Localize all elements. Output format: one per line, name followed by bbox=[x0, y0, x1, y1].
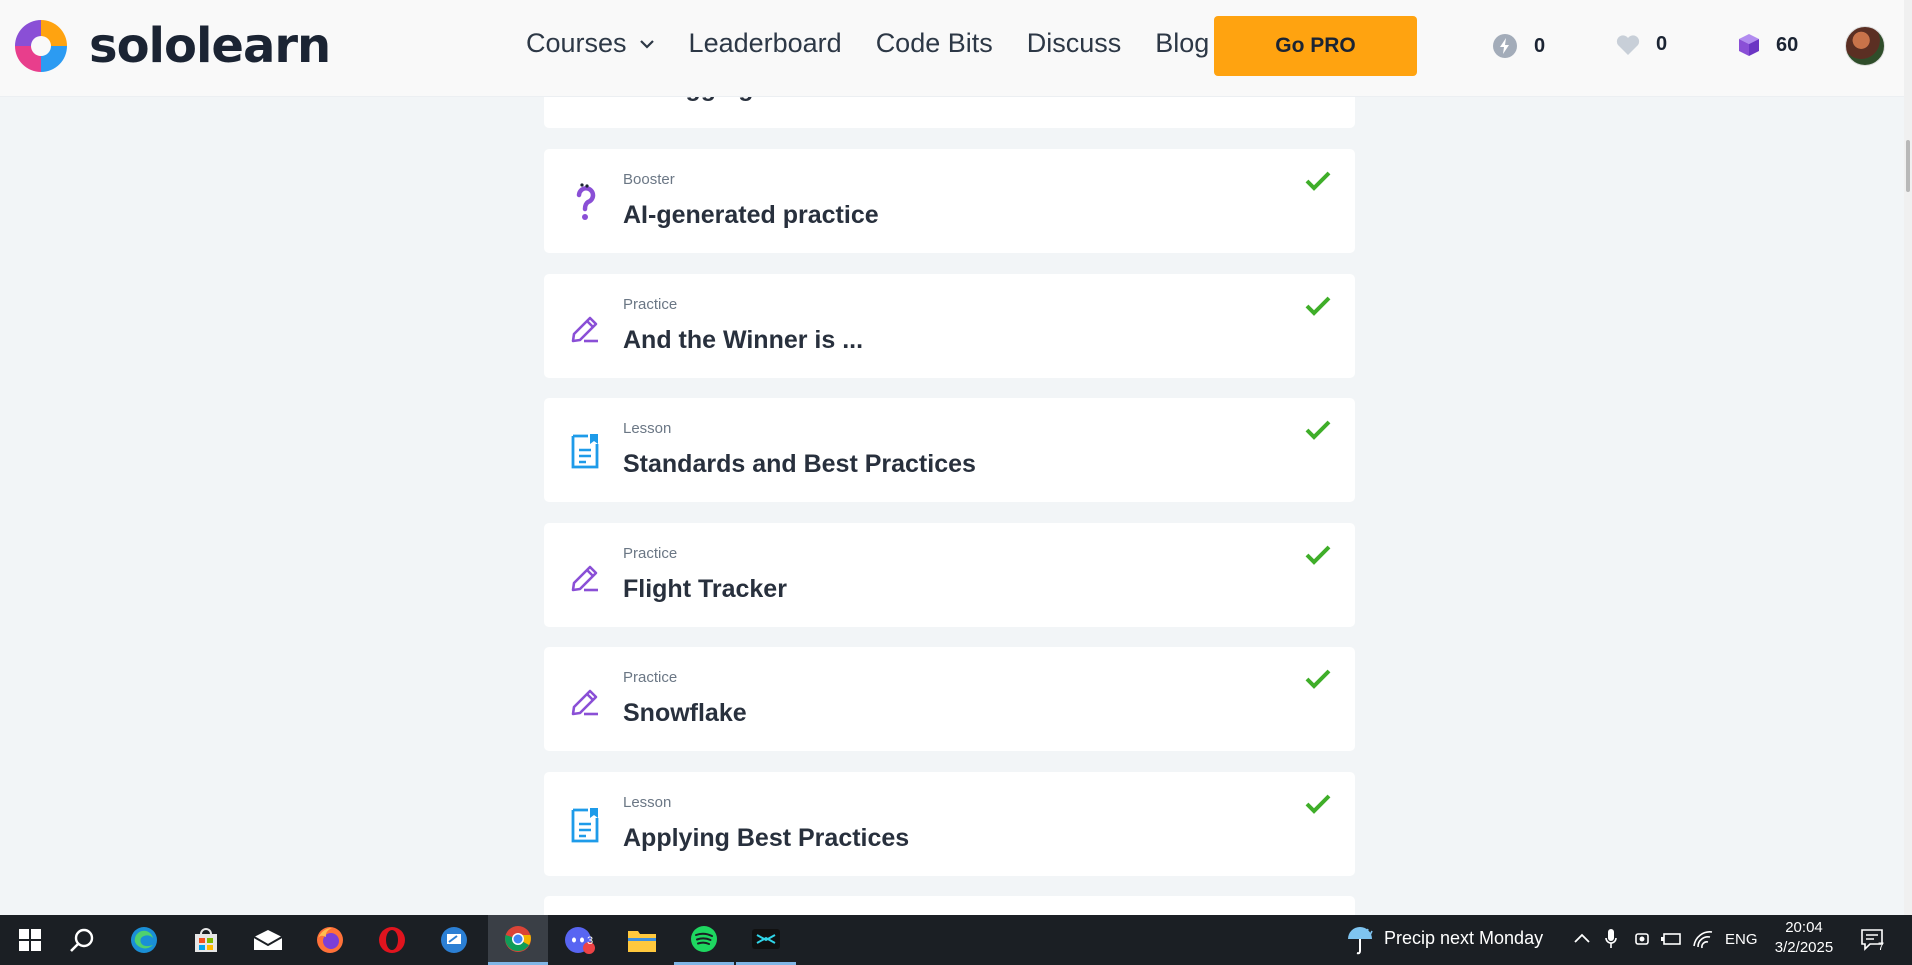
remote-desktop-icon[interactable] bbox=[424, 915, 484, 965]
scrollbar-thumb[interactable] bbox=[1906, 140, 1910, 192]
heart-icon bbox=[1616, 34, 1640, 55]
gems-stat[interactable]: 60 bbox=[1738, 33, 1798, 57]
capcut-icon[interactable] bbox=[736, 915, 796, 965]
notification-count: 7 bbox=[1878, 941, 1885, 953]
nav-courses-label: Courses bbox=[526, 28, 627, 58]
nav-leaderboard[interactable]: Leaderboard bbox=[689, 28, 842, 59]
gems-count: 60 bbox=[1776, 33, 1799, 56]
weather-umbrella-icon[interactable] bbox=[1344, 925, 1376, 955]
nav-courses[interactable]: Courses bbox=[526, 28, 655, 59]
pencil-icon bbox=[571, 565, 598, 592]
checkmark-icon bbox=[1305, 669, 1331, 689]
nav-discuss[interactable]: Discuss bbox=[1027, 28, 1122, 59]
weather-text[interactable]: Precip next Monday bbox=[1384, 928, 1543, 949]
pencil-icon bbox=[571, 689, 598, 716]
page-scrollbar[interactable] bbox=[1904, 0, 1912, 915]
sololearn-logo[interactable]: sololearn bbox=[11, 16, 331, 76]
battery-icon[interactable] bbox=[1660, 930, 1682, 948]
store-icon[interactable] bbox=[176, 915, 236, 965]
hearts-count: 0 bbox=[1656, 33, 1668, 55]
lesson-card[interactable]: Practice Snowflake bbox=[544, 647, 1355, 751]
checkmark-icon bbox=[1305, 545, 1331, 565]
lesson-type: Booster bbox=[623, 171, 675, 188]
lesson-type: Practice bbox=[623, 296, 678, 313]
lesson-card[interactable]: Practice Flight Tracker bbox=[544, 523, 1355, 627]
lesson-title: Applying Best Practices bbox=[623, 824, 910, 852]
lesson-type: Lesson bbox=[623, 794, 672, 811]
search-icon[interactable] bbox=[52, 915, 112, 965]
energy-stat[interactable]: 0 bbox=[1492, 33, 1545, 59]
spotify-icon[interactable] bbox=[674, 915, 734, 965]
checkmark-icon bbox=[1305, 171, 1331, 191]
checkmark-icon bbox=[1305, 794, 1331, 814]
lesson-title: Standards and Best Practices bbox=[623, 450, 976, 478]
sololearn-logo-icon bbox=[15, 20, 67, 72]
chevron-down-icon bbox=[639, 39, 654, 49]
lesson-type: Lesson bbox=[623, 420, 672, 437]
opera-icon[interactable] bbox=[362, 915, 422, 965]
go-pro-button[interactable]: Go PRO bbox=[1214, 16, 1417, 76]
mail-icon[interactable] bbox=[238, 915, 298, 965]
lesson-title: Flight Tracker bbox=[623, 575, 787, 603]
pencil-icon bbox=[571, 316, 598, 343]
microphone-icon[interactable] bbox=[1604, 928, 1618, 950]
file-explorer-icon[interactable] bbox=[612, 915, 672, 965]
document-icon bbox=[571, 434, 599, 469]
chrome-icon[interactable] bbox=[488, 915, 548, 965]
user-avatar[interactable] bbox=[1845, 26, 1885, 66]
main-nav: Courses Leaderboard Code Bits Discuss Bl… bbox=[526, 28, 1243, 59]
edge-icon[interactable] bbox=[114, 915, 174, 965]
nav-code-bits[interactable]: Code Bits bbox=[876, 28, 993, 59]
windows-start-icon[interactable] bbox=[0, 915, 60, 965]
top-header: sololearn Courses Leaderboard Code Bits … bbox=[0, 0, 1904, 97]
language-indicator[interactable]: ENG bbox=[1725, 931, 1758, 948]
camera-status-icon[interactable] bbox=[1633, 928, 1653, 950]
energy-count: 0 bbox=[1534, 34, 1546, 57]
clock-date: 3/2/2025 bbox=[1774, 939, 1834, 956]
lesson-title: And the Winner is ... bbox=[623, 326, 864, 354]
lesson-card[interactable]: Practice And the Winner is ... bbox=[544, 274, 1355, 378]
checkmark-icon bbox=[1305, 296, 1331, 316]
lightning-icon bbox=[1493, 34, 1517, 58]
lesson-type: Practice bbox=[623, 669, 678, 686]
wifi-icon[interactable] bbox=[1692, 928, 1714, 950]
logo-text: sololearn bbox=[89, 18, 331, 74]
lesson-title: Snowflake bbox=[623, 699, 747, 727]
lesson-title: AI-generated practice bbox=[623, 201, 879, 229]
chevron-up-icon[interactable] bbox=[1574, 932, 1590, 944]
nav-blog[interactable]: Blog bbox=[1155, 28, 1209, 59]
gem-cube-icon bbox=[1739, 34, 1759, 56]
lesson-type: Practice bbox=[623, 545, 678, 562]
clock-time: 20:04 bbox=[1785, 919, 1823, 936]
lesson-card[interactable]: Lesson Standards and Best Practices bbox=[544, 398, 1355, 502]
firefox-icon[interactable] bbox=[300, 915, 360, 965]
discord-badge: 3 bbox=[587, 935, 594, 947]
lesson-card[interactable]: Booster AI-generated practice bbox=[544, 149, 1355, 253]
windows-taskbar: 3 Precip next Monday ENG 20:04 3/2/2025 … bbox=[0, 915, 1912, 965]
hearts-stat[interactable]: 0 bbox=[1616, 33, 1667, 56]
question-sparkle-icon bbox=[576, 183, 596, 220]
lesson-card[interactable]: Lesson Applying Best Practices bbox=[544, 772, 1355, 876]
checkmark-icon bbox=[1305, 420, 1331, 440]
discord-icon[interactable]: 3 bbox=[550, 915, 610, 965]
document-icon bbox=[571, 808, 599, 843]
clock[interactable]: 20:04 3/2/2025 bbox=[1768, 919, 1840, 956]
